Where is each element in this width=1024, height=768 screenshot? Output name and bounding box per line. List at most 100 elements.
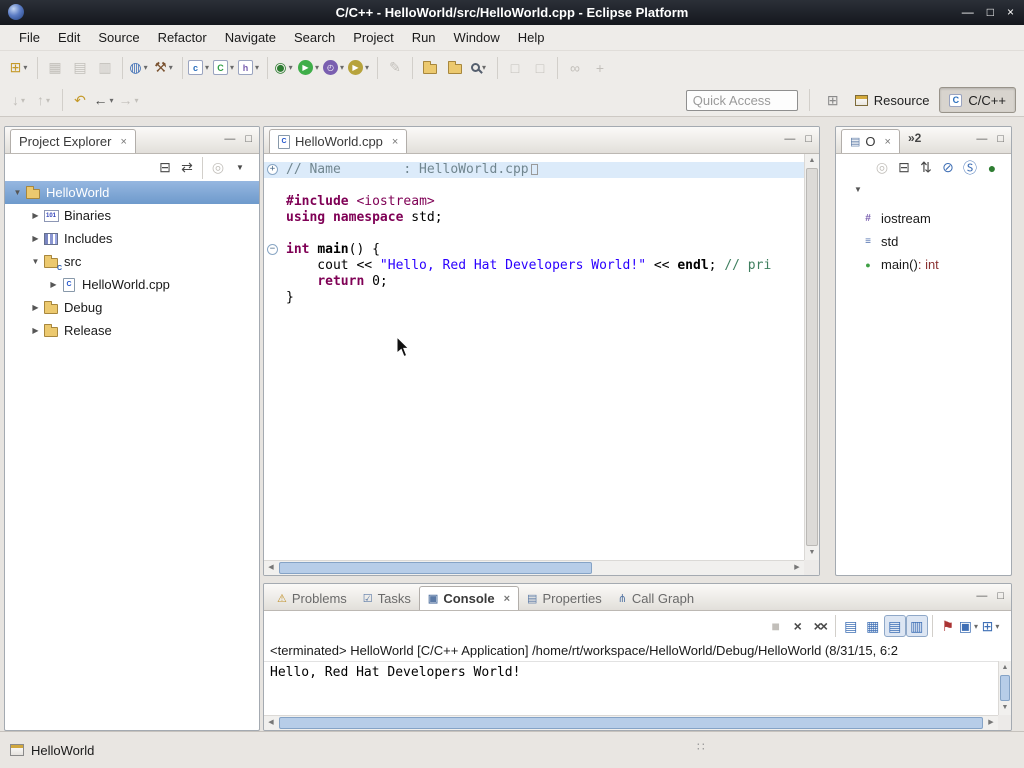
build-all-button[interactable]: ⚒▾ [153, 56, 177, 80]
collapse-all-button[interactable]: ⊟ [893, 157, 915, 179]
tree-item-debug[interactable]: ▶ Debug [5, 296, 259, 319]
close-icon[interactable]: × [120, 136, 126, 148]
display-console-caret[interactable]: ▾ [974, 622, 981, 631]
new-source-file-button[interactable]: c▾ [188, 56, 212, 80]
perspective-resource-button[interactable]: Resource [846, 87, 939, 113]
code-area[interactable]: + − // Name : HelloWorld.cpp #include <i… [264, 154, 804, 560]
expand-arrow-icon[interactable]: ▶ [47, 280, 60, 289]
mark-occurrences-button[interactable]: ✎ [383, 56, 407, 80]
menu-source[interactable]: Source [89, 25, 148, 50]
scroll-left-arrow[interactable]: ◀ [264, 561, 278, 575]
focus-on-active-task-button[interactable]: ◎ [207, 157, 229, 179]
tab-project-explorer[interactable]: Project Explorer × [10, 129, 136, 153]
minimize-view-button[interactable]: — [784, 133, 795, 145]
window-minimize-button[interactable]: — [962, 0, 974, 25]
fold-expanded-icon[interactable]: − [267, 244, 278, 255]
outline-item-std[interactable]: ≡ std [836, 230, 1011, 253]
minimize-view-button[interactable]: — [976, 133, 987, 145]
hide-non-public-button[interactable]: ● [981, 157, 1003, 179]
print-button[interactable]: ▥ [93, 56, 117, 80]
editor-vertical-scrollbar[interactable]: ▲ ▼ [804, 154, 819, 560]
new-header-button[interactable]: h▾ [238, 56, 262, 80]
next-annotation-button[interactable]: □ [528, 56, 552, 80]
maximize-view-button[interactable]: □ [997, 590, 1004, 602]
scroll-down-arrow[interactable]: ▼ [805, 546, 819, 560]
outline-item-iostream[interactable]: # iostream [836, 207, 1011, 230]
debug-caret[interactable]: ▾ [289, 63, 296, 72]
save-all-button[interactable]: ▤ [68, 56, 92, 80]
tree-item-includes[interactable]: ▶ Includes [5, 227, 259, 250]
scroll-right-arrow[interactable]: ▶ [790, 561, 804, 575]
new-class-caret[interactable]: ▾ [230, 63, 237, 72]
outline-tree[interactable]: # iostream ≡ std ● main() : int [836, 197, 1011, 276]
pin-console-button[interactable]: ⚑ [937, 615, 959, 637]
back-button[interactable]: ←▾ [93, 88, 117, 112]
clear-console-button[interactable]: ▤ [840, 615, 862, 637]
link-with-editor-button[interactable]: ⇄ [176, 157, 198, 179]
debug-button[interactable]: ◉▾ [273, 56, 297, 80]
menu-navigate[interactable]: Navigate [216, 25, 285, 50]
menu-refactor[interactable]: Refactor [149, 25, 216, 50]
pin-editor-button[interactable]: + [588, 56, 612, 80]
maximize-view-button[interactable]: □ [805, 133, 812, 145]
window-close-button[interactable]: × [1007, 0, 1014, 25]
link-with-editor-button[interactable]: ∞ [563, 56, 587, 80]
search-button[interactable]: ▾ [468, 56, 492, 80]
menu-run[interactable]: Run [403, 25, 445, 50]
scrollbar-thumb[interactable] [806, 168, 818, 546]
forward-caret[interactable]: ▾ [135, 96, 142, 105]
expand-arrow-icon[interactable]: ▶ [29, 234, 42, 243]
forward-button[interactable]: →▾ [118, 88, 142, 112]
new-wizard-caret[interactable]: ▾ [23, 63, 30, 72]
scroll-left-arrow[interactable]: ◀ [264, 716, 278, 730]
open-element-button[interactable] [418, 56, 442, 80]
external-tools-caret[interactable]: ▾ [365, 63, 372, 72]
view-menu-button[interactable]: ▼ [229, 157, 251, 179]
quick-access-input[interactable] [686, 90, 798, 111]
scroll-up-arrow[interactable]: ▲ [805, 154, 819, 168]
launch-configuration-button[interactable]: ◍▾ [128, 56, 152, 80]
tab-outline[interactable]: ▤ O × [841, 129, 900, 153]
terminate-button[interactable]: ■ [765, 615, 787, 637]
menu-window[interactable]: Window [445, 25, 509, 50]
console-vertical-scrollbar[interactable]: ▲ ▼ [998, 661, 1011, 715]
hidden-tabs-indicator[interactable]: »2 [908, 131, 921, 149]
open-console-caret[interactable]: ▾ [995, 622, 1002, 631]
tree-item-src[interactable]: ▼ C src [5, 250, 259, 273]
maximize-view-button[interactable]: □ [997, 133, 1004, 145]
sort-button[interactable]: ⇅ [915, 157, 937, 179]
scroll-right-arrow[interactable]: ▶ [984, 716, 998, 730]
previous-annotation-button[interactable]: □ [503, 56, 527, 80]
previous-annotation-nav-caret[interactable]: ▾ [46, 96, 53, 105]
next-annotation-caret[interactable]: ▾ [21, 96, 28, 105]
new-class-button[interactable]: C▾ [213, 56, 237, 80]
window-maximize-button[interactable]: □ [987, 0, 994, 25]
console-output[interactable]: Hello, Red Hat Developers World! [264, 661, 998, 715]
scroll-up-arrow[interactable]: ▲ [999, 661, 1011, 675]
back-caret[interactable]: ▾ [110, 96, 117, 105]
editor-horizontal-scrollbar[interactable]: ◀ ▶ [264, 560, 804, 575]
external-tools-button[interactable]: ▶▾ [348, 56, 372, 80]
remove-launch-button[interactable]: × [787, 615, 809, 637]
run-caret[interactable]: ▾ [315, 63, 322, 72]
new-wizard-button[interactable]: ⊞▾ [8, 56, 32, 80]
folded-region-indicator[interactable] [531, 164, 538, 175]
expand-arrow-icon[interactable]: ▼ [29, 257, 42, 266]
expand-arrow-icon[interactable]: ▶ [29, 211, 42, 220]
menu-project[interactable]: Project [344, 25, 402, 50]
menu-search[interactable]: Search [285, 25, 344, 50]
scrollbar-thumb[interactable] [1000, 675, 1010, 701]
minimize-view-button[interactable]: — [224, 133, 235, 145]
new-source-file-caret[interactable]: ▾ [205, 63, 212, 72]
show-console-stderr-button[interactable]: ▥ [906, 615, 928, 637]
tab-helloworld-cpp[interactable]: C HelloWorld.cpp × [269, 129, 407, 153]
show-console-stdout-button[interactable]: ▤ [884, 615, 906, 637]
tab-call-graph[interactable]: ⋔ Call Graph [610, 586, 702, 610]
outline-view-menu[interactable]: ▼ [836, 181, 1011, 197]
open-console-button[interactable]: ⊞▾ [981, 615, 1003, 637]
hide-static-button[interactable]: Ⓢ [959, 157, 981, 179]
project-tree[interactable]: ▼ HelloWorld ▶ 101 Binaries ▶ Includes ▼… [5, 181, 259, 342]
sash-grip[interactable]: ∷ [697, 740, 705, 754]
hide-fields-button[interactable]: ⊘ [937, 157, 959, 179]
collapse-all-button[interactable]: ⊟ [154, 157, 176, 179]
